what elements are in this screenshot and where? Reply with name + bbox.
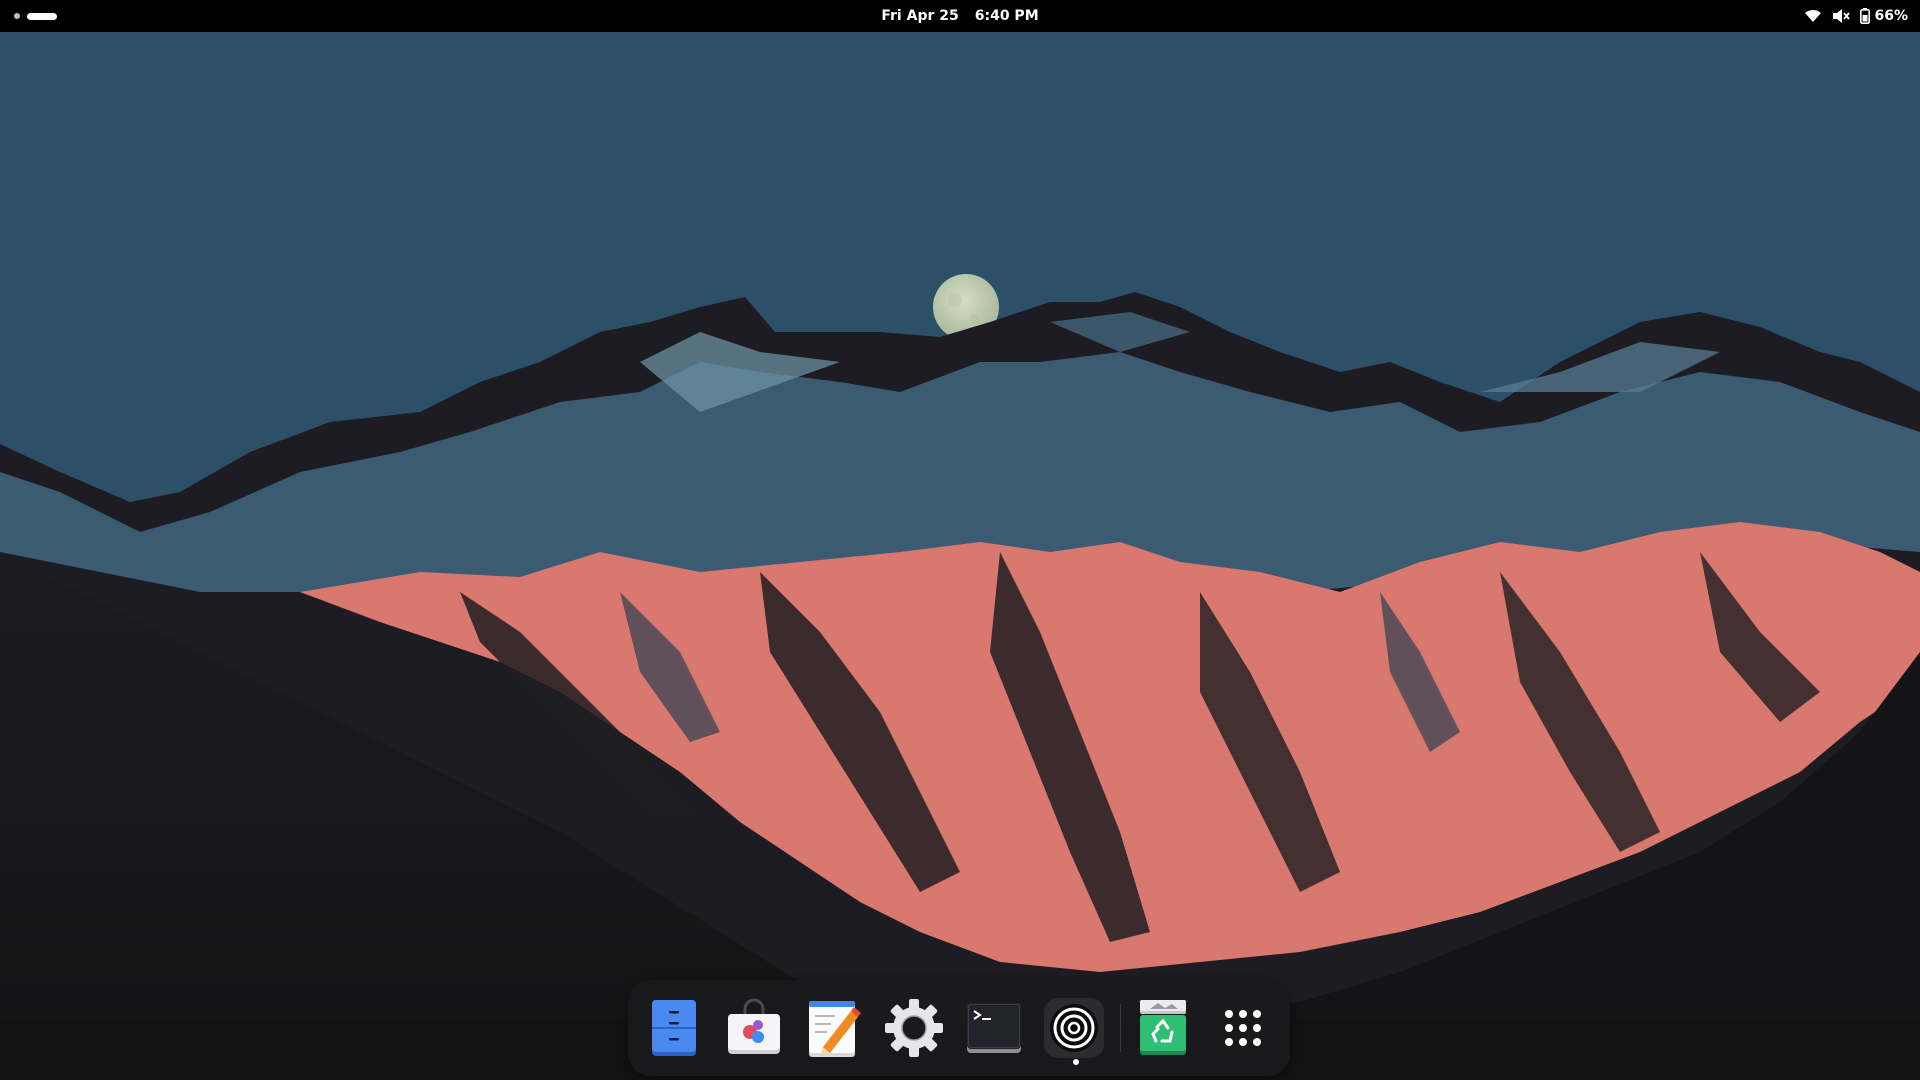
dock-text-editor[interactable]: [803, 997, 865, 1059]
wifi-icon: [1805, 9, 1822, 22]
wallpaper: [0, 32, 1920, 1080]
dock-files[interactable]: [643, 997, 705, 1059]
dock-terminal[interactable]: [963, 997, 1025, 1059]
dock-separator: [1120, 1004, 1121, 1052]
dock: [628, 980, 1290, 1076]
workspace-pill-active[interactable]: [27, 12, 57, 20]
volume-muted-icon: [1833, 9, 1851, 23]
time-label[interactable]: 6:40 PM: [975, 8, 1039, 24]
system-tray[interactable]: 66%: [1804, 0, 1908, 32]
date-label[interactable]: Fri Apr 25: [881, 8, 958, 24]
workspace-indicator[interactable]: [14, 10, 57, 22]
top-bar: Fri Apr 25 6:40 PM 66%: [0, 0, 1920, 32]
gear-icon: [885, 999, 943, 1057]
dock-trash[interactable]: [1132, 997, 1194, 1059]
terminal-icon: [967, 1003, 1021, 1053]
store-bag-icon: [728, 998, 780, 1054]
concentric-circles-icon: [1044, 998, 1104, 1058]
battery-status: 66%: [1860, 8, 1908, 24]
dock-show-apps[interactable]: [1212, 997, 1274, 1059]
app-grid-icon: [1225, 1010, 1261, 1046]
dock-settings[interactable]: [883, 997, 945, 1059]
files-icon: [652, 1000, 696, 1056]
text-editor-icon: [809, 1001, 861, 1057]
trash-recycle-icon: [1140, 1000, 1186, 1055]
battery-icon: [1860, 8, 1871, 24]
battery-percent: 66%: [1874, 8, 1908, 24]
running-indicator-dot: [1073, 1059, 1079, 1065]
dock-disk-usage[interactable]: [1043, 997, 1105, 1059]
dock-software-store[interactable]: [723, 997, 785, 1059]
clock: Fri Apr 25 6:40 PM: [0, 0, 1920, 32]
desktop: Fri Apr 25 6:40 PM 66%: [0, 0, 1920, 1080]
workspace-dot-inactive[interactable]: [14, 13, 20, 19]
